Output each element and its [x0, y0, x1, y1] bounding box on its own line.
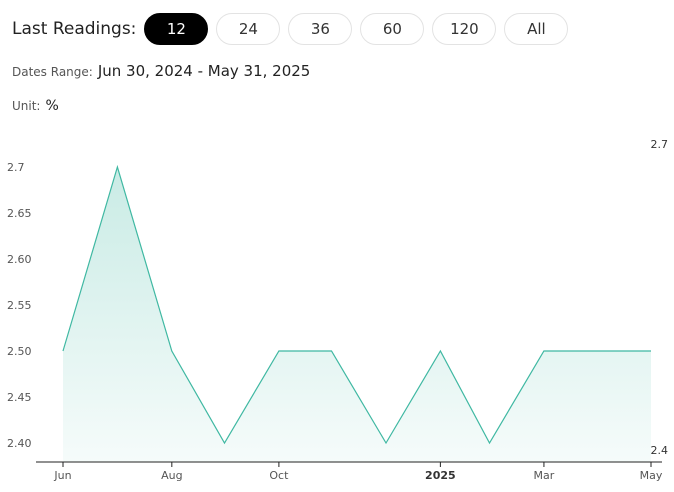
y-tick-label: 2.55: [7, 299, 32, 312]
y-tick-label: 2.45: [7, 391, 32, 404]
x-tick-label: Jun: [53, 469, 71, 482]
data-point[interactable]: [541, 348, 547, 354]
max-value-label: 2.7: [651, 138, 669, 151]
x-tick-label: Aug: [161, 469, 182, 482]
y-tick-label: 2.40: [7, 437, 32, 450]
data-point[interactable]: [169, 348, 175, 354]
area-chart: 2.40 2.45 2.50 2.55 2.60 2.65 2.7 Jun Aug Oct 202…: [7, 138, 669, 482]
min-value-label: 2.4: [651, 444, 669, 457]
data-point[interactable]: [437, 348, 443, 354]
data-point[interactable]: [487, 440, 493, 446]
data-point[interactable]: [114, 164, 120, 170]
x-tick-label: Oct: [269, 469, 289, 482]
data-point[interactable]: [594, 348, 600, 354]
y-tick-label: 2.50: [7, 345, 32, 358]
data-point[interactable]: [648, 348, 654, 354]
data-point[interactable]: [329, 348, 335, 354]
data-point[interactable]: [383, 440, 389, 446]
area-fill: [63, 167, 651, 462]
x-tick-label: May: [640, 469, 663, 482]
y-tick-label: 2.60: [7, 253, 32, 266]
y-tick-label: 2.7: [7, 161, 25, 174]
data-point[interactable]: [60, 348, 66, 354]
x-tick-label: Mar: [534, 469, 555, 482]
x-tick-label: 2025: [425, 469, 456, 482]
y-tick-label: 2.65: [7, 207, 32, 220]
data-point[interactable]: [221, 440, 227, 446]
data-point[interactable]: [276, 348, 282, 354]
